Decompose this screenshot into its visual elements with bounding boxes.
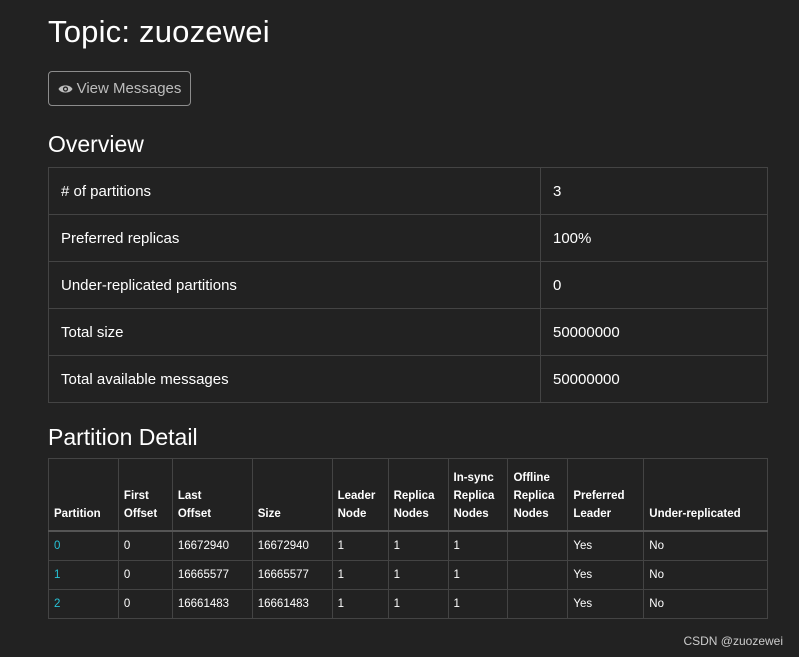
- table-cell: Yes: [567, 589, 645, 619]
- overview-label: # of partitions: [48, 167, 541, 215]
- table-cell: Yes: [567, 530, 645, 561]
- table-cell: 1: [387, 530, 449, 561]
- table-header-row: Partition First Offset Last Offset Size Leader…: [48, 458, 768, 532]
- partition-detail-heading: Partition Detail: [48, 424, 198, 450]
- table-cell: 1: [331, 589, 389, 619]
- column-header: Preferred Leader: [567, 458, 645, 532]
- partition-link[interactable]: 1: [54, 569, 60, 581]
- table-cell: 1: [331, 530, 389, 561]
- column-header-line: Under-replicated: [649, 508, 741, 520]
- column-header-line: Node: [337, 508, 367, 520]
- column-header: Offline Replica Nodes: [507, 458, 569, 532]
- partition-rows: 0 0 16672940 16672940 1 1 1 Yes No 1 0 16665577 1666…: [48, 530, 768, 619]
- table-cell: [507, 560, 569, 590]
- partition-link[interactable]: 2: [54, 598, 60, 610]
- overview-value: 3: [540, 167, 768, 215]
- table-row: Total size 50000000: [48, 308, 768, 356]
- column-header-line: Size: [257, 508, 281, 520]
- table-row: 2 0 16661483 16661483 1 1 1 Yes No: [48, 589, 768, 619]
- watermark: CSDN @zuozewei: [683, 634, 783, 648]
- table-cell: [507, 589, 569, 619]
- table-cell: Yes: [567, 560, 645, 590]
- overview-table: # of partitions 3 Preferred replicas 100…: [48, 167, 768, 403]
- column-header-line: In-sync: [453, 472, 494, 484]
- table-row: Total available messages 50000000: [48, 355, 768, 403]
- table-cell: 1: [387, 560, 449, 590]
- table-cell: 1: [387, 589, 449, 619]
- table-cell: No: [643, 530, 768, 561]
- table-cell: 0: [117, 530, 173, 561]
- column-header-line: Nodes: [453, 508, 489, 520]
- column-header-line: First: [123, 490, 149, 502]
- overview-label: Total size: [48, 308, 541, 356]
- table-row: 1 0 16665577 16665577 1 1 1 Yes No: [48, 560, 768, 590]
- column-header-line: Offset: [177, 508, 212, 520]
- column-header-line: Preferred: [573, 490, 625, 502]
- column-header: In-sync Replica Nodes: [447, 458, 509, 532]
- table-row: 0 0 16672940 16672940 1 1 1 Yes No: [48, 530, 768, 561]
- table-cell: 1: [447, 560, 509, 590]
- table-cell: 16665577: [171, 560, 253, 590]
- table-cell: 2: [48, 589, 119, 619]
- column-header-line: Leader: [573, 508, 612, 520]
- table-cell: 16672940: [171, 530, 253, 561]
- column-header-line: Replica: [453, 490, 495, 502]
- column-header-line: Replica: [513, 490, 555, 502]
- column-header: Replica Nodes: [387, 458, 449, 532]
- table-cell: 0: [117, 560, 173, 590]
- overview-value: 50000000: [540, 355, 768, 403]
- overview-heading: Overview: [48, 131, 144, 157]
- column-header-line: Offline: [513, 472, 550, 484]
- table-row: # of partitions 3: [48, 167, 768, 215]
- overview-label: Preferred replicas: [48, 214, 541, 262]
- table-cell: No: [643, 560, 768, 590]
- column-header: Partition: [48, 458, 119, 532]
- overview-value: 0: [540, 261, 768, 309]
- overview-label: Under-replicated partitions: [48, 261, 541, 309]
- table-cell: 0: [48, 530, 119, 561]
- table-cell: No: [643, 589, 768, 619]
- column-header: Under-replicated: [643, 458, 768, 532]
- column-header-line: Last: [177, 490, 202, 502]
- column-header-line: Replica: [393, 490, 435, 502]
- column-header-line: Partition: [54, 508, 101, 520]
- eye-icon: [58, 83, 73, 95]
- table-cell: 16672940: [251, 530, 333, 561]
- overview-value: 100%: [540, 214, 768, 262]
- column-header-line: Nodes: [513, 508, 549, 520]
- view-messages-label: View Messages: [76, 80, 182, 97]
- table-row: Under-replicated partitions 0: [48, 261, 768, 309]
- table-cell: 16665577: [251, 560, 333, 590]
- partition-detail-table: Partition First Offset Last Offset Size Leader…: [48, 458, 768, 619]
- table-row: Preferred replicas 100%: [48, 214, 768, 262]
- column-header: Leader Node: [331, 458, 389, 532]
- column-header: Last Offset: [171, 458, 253, 532]
- table-cell: 1: [447, 530, 509, 561]
- column-header-line: Nodes: [393, 508, 429, 520]
- page-title: Topic: zuozewei: [48, 14, 270, 49]
- column-header-line: Leader: [337, 490, 376, 502]
- table-cell: [507, 530, 569, 561]
- overview-value: 50000000: [540, 308, 768, 356]
- column-header: Size: [251, 458, 333, 532]
- table-cell: 16661483: [251, 589, 333, 619]
- partition-link[interactable]: 0: [54, 540, 60, 552]
- table-cell: 0: [117, 589, 173, 619]
- view-messages-button[interactable]: View Messages: [48, 71, 191, 106]
- table-cell: 1: [48, 560, 119, 590]
- table-cell: 1: [447, 589, 509, 619]
- column-header-line: Offset: [123, 508, 158, 520]
- table-cell: 16661483: [171, 589, 253, 619]
- overview-label: Total available messages: [48, 355, 541, 403]
- table-cell: 1: [331, 560, 389, 590]
- column-header: First Offset: [117, 458, 173, 532]
